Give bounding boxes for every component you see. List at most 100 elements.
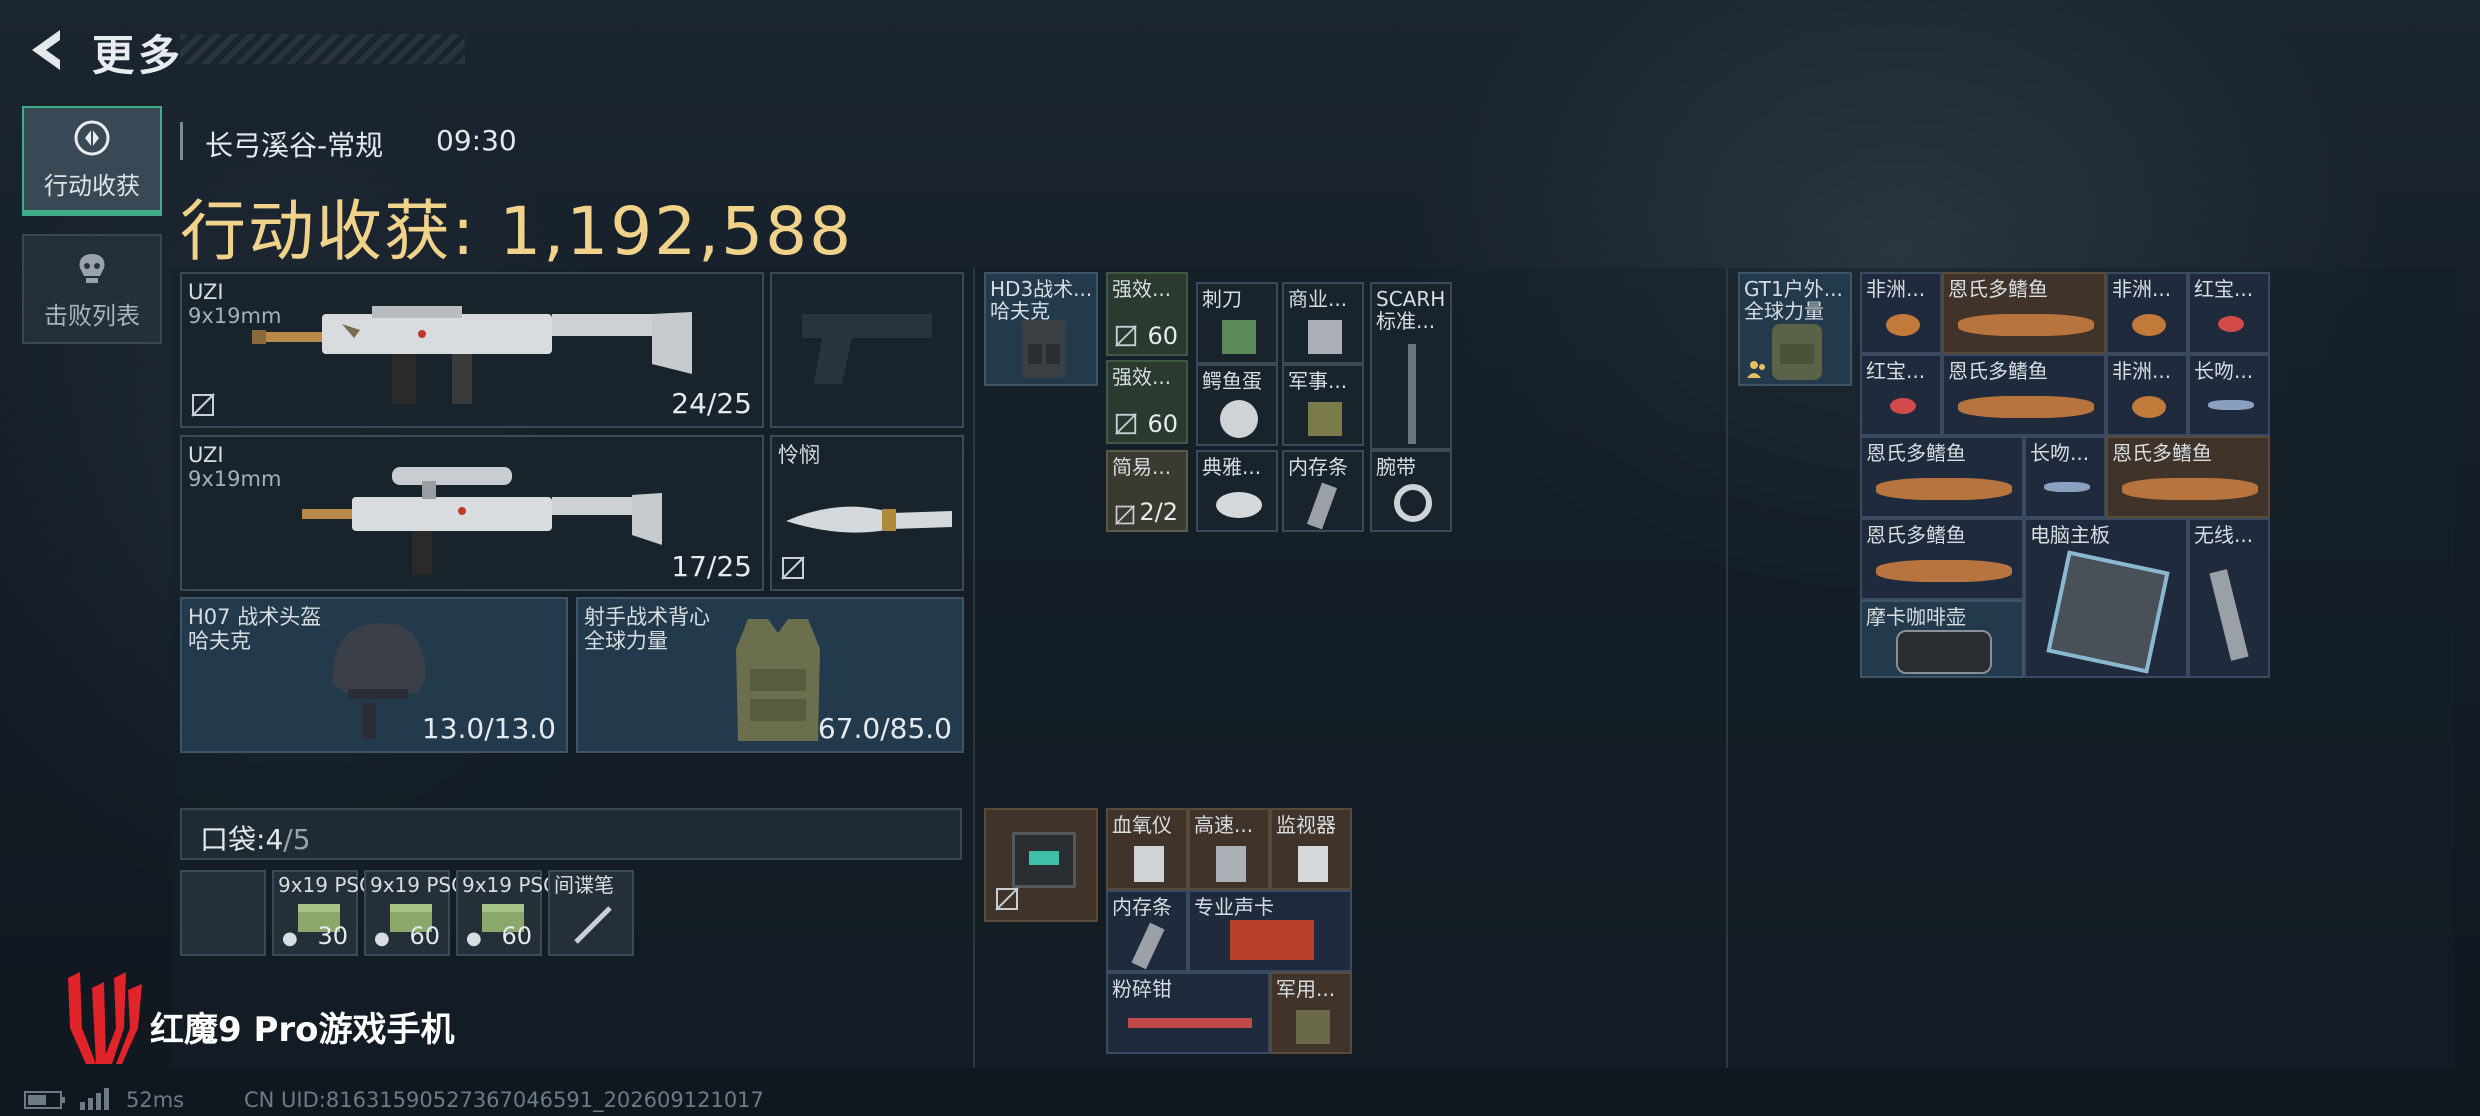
- rig-item[interactable]: 典雅...: [1196, 450, 1278, 532]
- case-item[interactable]: 血氧仪: [1106, 808, 1188, 890]
- uzi-smg-icon: [252, 306, 692, 404]
- chest-rig-slot[interactable]: HD3战术... 哈夫克: [984, 272, 1098, 386]
- wristband-icon: [1394, 484, 1432, 522]
- backpack-item[interactable]: 恩氏多鳍鱼: [1860, 518, 2024, 600]
- primary-weapon-slot[interactable]: UZI 9x19mm 24/25: [180, 272, 764, 428]
- ruby-fish-icon: [1890, 398, 1916, 414]
- backpack-item[interactable]: 恩氏多鳍鱼: [1942, 354, 2106, 436]
- item-name: 典雅...: [1202, 455, 1262, 479]
- helmet-brand: 哈夫克: [188, 629, 251, 653]
- rig-item[interactable]: 商业...: [1282, 282, 1364, 364]
- item-name: 刺刀: [1202, 287, 1242, 311]
- backpack-item[interactable]: 电脑主板: [2024, 518, 2188, 678]
- secure-case-slot[interactable]: [984, 808, 1098, 922]
- ammo-dot: ●: [466, 928, 482, 950]
- backpack-item[interactable]: 红宝...: [2188, 272, 2270, 354]
- item-name: 电脑主板: [2030, 523, 2110, 547]
- case-item[interactable]: 高速...: [1188, 808, 1270, 890]
- tab-kill-list-label: 击败列表: [44, 301, 140, 330]
- backpack-item[interactable]: 摩卡咖啡壶: [1860, 600, 2024, 678]
- no-lose-icon: [781, 556, 805, 580]
- case-item[interactable]: 内存条: [1106, 890, 1188, 972]
- helmet-slot[interactable]: H07 战术头盔 哈夫克 13.0/13.0: [180, 597, 568, 753]
- backpack-item[interactable]: 恩氏多鳍鱼: [2106, 436, 2270, 518]
- pocket-capacity: /5: [283, 823, 311, 856]
- backpack-item[interactable]: 红宝...: [1860, 354, 1942, 436]
- back-arrow-icon[interactable]: [24, 26, 68, 74]
- case-item[interactable]: 专业声卡: [1188, 890, 1352, 972]
- wireless-tool-icon: [2209, 569, 2249, 661]
- coffee-pot-icon: [1896, 630, 1992, 674]
- item-name: 血氧仪: [1112, 813, 1172, 837]
- tab-raid-loot[interactable]: 行动收获: [22, 106, 162, 216]
- backpack-item[interactable]: 恩氏多鳍鱼: [1860, 436, 2024, 518]
- backpack-item[interactable]: 长吻...: [2188, 354, 2270, 436]
- longnose-fish-icon: [2044, 482, 2090, 492]
- signal-icon: [80, 1088, 109, 1110]
- armor-slot[interactable]: 射手战术背心 全球力量 67.0/85.0: [576, 597, 964, 753]
- chest-rig-icon: [1022, 320, 1066, 378]
- rig-item[interactable]: 刺刀: [1196, 282, 1278, 364]
- backpack-item[interactable]: 无线...: [2188, 518, 2270, 678]
- case-item[interactable]: 军用...: [1270, 972, 1352, 1054]
- backpack-icon: [1772, 324, 1822, 380]
- backpack-item[interactable]: 非洲...: [2106, 354, 2188, 436]
- item-name: 恩氏多鳍鱼: [2112, 441, 2212, 465]
- secondary-weapon-slot[interactable]: UZI 9x19mm 17/25: [180, 435, 764, 591]
- bichir-fish-icon: [1958, 314, 2094, 336]
- case-item[interactable]: 粉碎钳: [1106, 972, 1270, 1054]
- raid-time: 09:30: [436, 124, 517, 157]
- item-count: 60: [1147, 410, 1178, 438]
- fish-icon: [1886, 314, 1920, 336]
- bayonet-icon: [1222, 320, 1256, 354]
- backpack-slot[interactable]: GT1户外... 全球力量: [1738, 272, 1852, 386]
- pocket-slot[interactable]: 9x19 PSO ● 30: [272, 870, 375, 956]
- item-name: 恩氏多鳍鱼: [1948, 277, 2048, 301]
- pocket-slot[interactable]: 9x19 PSO ● 60: [456, 870, 559, 956]
- rig-item[interactable]: 鳄鱼蛋: [1196, 364, 1278, 446]
- item-name: 长吻...: [2194, 359, 2254, 383]
- item-name: 恩氏多鳍鱼: [1866, 523, 1966, 547]
- backpack-item[interactable]: 非洲...: [2106, 272, 2188, 354]
- case-icon: [1012, 832, 1076, 888]
- pocket-slot-empty[interactable]: [180, 870, 266, 956]
- item-name: 非洲...: [2112, 277, 2172, 301]
- rig-item[interactable]: 强效... 60: [1106, 272, 1188, 356]
- item-name: 专业声卡: [1194, 895, 1274, 919]
- item-name: 内存条: [1288, 455, 1348, 479]
- egg-icon: [1220, 400, 1258, 438]
- item-name: 红宝...: [1866, 359, 1926, 383]
- backpack-item[interactable]: 长吻...: [2024, 436, 2106, 518]
- item-name: 粉碎钳: [1112, 977, 1172, 1001]
- rig-item[interactable]: 内存条: [1282, 450, 1364, 532]
- chest-rig-name: HD3战术...: [990, 277, 1093, 301]
- ammo-count: 17/25: [671, 550, 752, 583]
- item-name: 恩氏多鳍鱼: [1948, 359, 2048, 383]
- pistol-slot[interactable]: [770, 272, 964, 428]
- melee-slot[interactable]: 怜悯: [770, 435, 964, 591]
- rig-item[interactable]: 腕带: [1370, 450, 1452, 532]
- ping: 52ms: [126, 1088, 185, 1112]
- backpack-item[interactable]: 非洲...: [1860, 272, 1942, 354]
- column-divider: [1726, 268, 1728, 1068]
- spy-pen-icon: [574, 906, 612, 944]
- case-item[interactable]: 监视器: [1270, 808, 1352, 890]
- ammo-count: 24/25: [671, 387, 752, 420]
- backpack-item[interactable]: 恩氏多鳍鱼: [1942, 272, 2106, 354]
- pocket-slot[interactable]: 间谍笔: [548, 870, 634, 956]
- ruby-fish-icon: [2218, 316, 2244, 332]
- ammo-count: 60: [409, 922, 440, 950]
- fish-icon: [2132, 314, 2166, 336]
- armor-name: 射手战术背心: [584, 605, 710, 629]
- military-item-icon: [1296, 1010, 1330, 1044]
- rifle-barrel-icon: [1408, 344, 1416, 444]
- tab-kill-list[interactable]: 击败列表: [22, 234, 162, 344]
- red-magic-logo-icon: [68, 972, 142, 1064]
- rig-item[interactable]: 强效... 60: [1106, 360, 1188, 444]
- item-name: 非洲...: [1866, 277, 1926, 301]
- pocket-slot[interactable]: 9x19 PSO ● 60: [364, 870, 467, 956]
- rig-item[interactable]: 军事...: [1282, 364, 1364, 446]
- rig-item[interactable]: 简易... 2/2: [1106, 450, 1188, 532]
- item-name: 简易...: [1112, 455, 1172, 479]
- rig-item[interactable]: SCARH 标准...: [1370, 282, 1452, 450]
